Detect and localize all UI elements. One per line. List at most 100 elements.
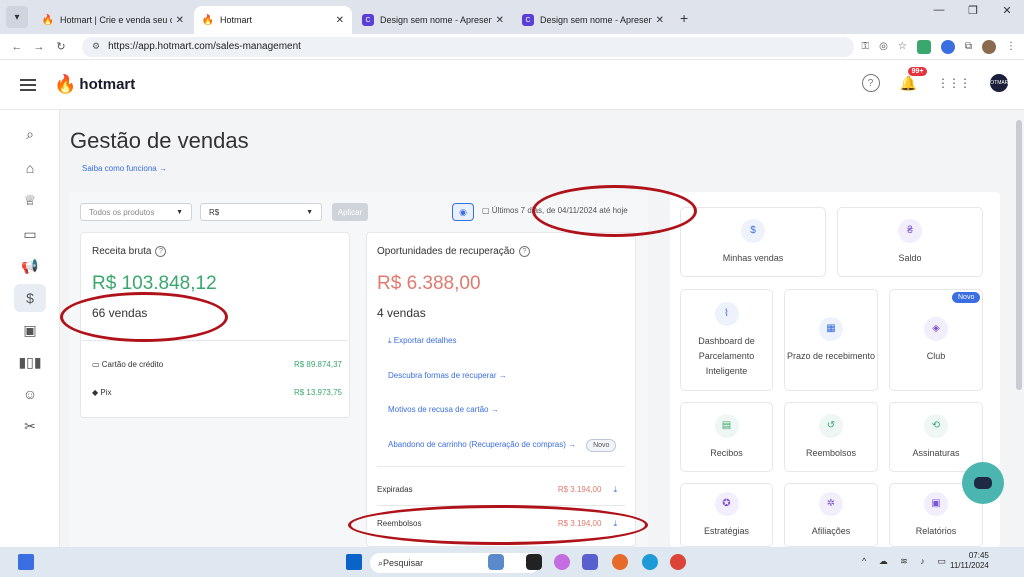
new-tab-button[interactable]: + — [680, 10, 688, 26]
download-icon[interactable]: ⤓ — [613, 485, 617, 494]
tab-close-icon[interactable]: ✕ — [176, 15, 184, 26]
tile-recibos[interactable]: ▤ Recibos — [680, 402, 773, 472]
home-icon[interactable]: ⌂ — [14, 154, 46, 182]
browser-tab[interactable]: C Design sem nome - Apresentaç ✕ — [354, 6, 512, 34]
folder-icon[interactable]: ▭ — [14, 220, 46, 248]
close-window-icon[interactable]: ✕ — [990, 4, 1024, 17]
taskbar-clock[interactable]: 07:45 11/11/2024 — [950, 551, 989, 571]
help-icon[interactable]: ? — [861, 74, 880, 92]
bar-chart-icon[interactable]: ▮▯▮ — [14, 348, 46, 376]
wallet-icon: ₴ — [898, 218, 922, 243]
canva-icon: C — [522, 14, 534, 26]
widgets-icon[interactable] — [18, 554, 34, 570]
search-icon[interactable]: ⌕ — [14, 120, 46, 148]
reload-icon[interactable]: ↻ — [52, 40, 70, 53]
megaphone-icon[interactable]: 📢 — [14, 252, 46, 280]
avatar[interactable]: HOTMART — [987, 74, 1011, 92]
recovery-sales-count: 4 vendas — [377, 306, 426, 320]
left-rail: ⌕ ⌂ ♕ ▭ 📢 $ ▣ ▮▯▮ ☺ ✂ — [0, 110, 60, 547]
tab-close-icon[interactable]: ✕ — [656, 15, 664, 26]
bell-icon[interactable]: 🔔 99+ — [900, 66, 928, 92]
recovery-row-expired: Expiradas R$ 3.194,00 ⤓ — [377, 485, 617, 494]
key-icon[interactable]: ⚿ — [862, 41, 870, 52]
taskbar-app-icon[interactable] — [526, 554, 542, 570]
currency-select[interactable]: R$ ▼ — [200, 203, 322, 221]
apps-grid-icon[interactable]: ⋮⋮⋮ — [937, 76, 971, 90]
url-text: https://app.hotmart.com/sales-management — [108, 41, 301, 52]
tile-prazo-recebimento[interactable]: ▦ Prazo de recebimento — [784, 289, 878, 391]
system-tray[interactable]: ^ ☁ ≋ ♪ ▭ — [862, 556, 951, 567]
lightbulb-icon: ✪ — [714, 491, 739, 516]
sales-icon[interactable]: $ — [14, 284, 46, 312]
taskbar-app-icon[interactable] — [612, 554, 628, 570]
recovery-amount: R$ 6.388,00 — [377, 273, 481, 294]
divider — [377, 466, 625, 467]
restore-icon[interactable]: ❐ — [956, 4, 990, 17]
network-icon: ✲ — [819, 491, 843, 516]
tile-dashboard-parcelamento[interactable]: ⌇ Dashboard de Parcelamento Inteligente — [680, 289, 773, 391]
extension-icon[interactable] — [916, 39, 931, 54]
tile-minhas-vendas[interactable]: $ Minhas vendas — [680, 207, 826, 277]
star-icon[interactable]: ☆ — [898, 41, 907, 52]
tile-club[interactable]: ◈ Club — [889, 289, 983, 391]
cart-abandonment-link[interactable]: Abandono de carrinho (Recuperação de com… — [388, 439, 617, 452]
puzzle-icon[interactable]: ⧉ — [965, 41, 972, 52]
wallet-icon[interactable]: ▣ — [14, 316, 46, 344]
taskbar-app-icon[interactable] — [554, 554, 570, 570]
canva-icon: C — [362, 14, 374, 26]
taskbar-app-icon[interactable] — [582, 554, 598, 570]
extension-icon[interactable] — [940, 39, 955, 54]
eye-icon[interactable]: ◉ — [452, 203, 474, 221]
browser-tab[interactable]: C Design sem nome - Apresentaç ✕ — [514, 6, 672, 34]
contact-icon[interactable]: ☺ — [14, 380, 46, 408]
tile-reembolsos[interactable]: ↺ Reembolsos — [784, 402, 878, 472]
eye-off-icon[interactable]: ◎ — [879, 41, 888, 52]
taskbar-app-icon[interactable] — [642, 554, 658, 570]
club-icon: ◈ — [924, 316, 948, 341]
tab-close-icon[interactable]: ✕ — [336, 15, 344, 26]
notification-badge: 99+ — [907, 66, 928, 76]
help-icon[interactable]: ? — [155, 246, 167, 257]
products-select[interactable]: Todos os produtos ▼ — [80, 203, 192, 221]
tab-close-icon[interactable]: ✕ — [496, 15, 504, 26]
tab-search-button[interactable]: ▾ — [6, 6, 28, 28]
tab-label: Hotmart — [220, 15, 253, 25]
back-icon[interactable]: ← — [8, 41, 26, 53]
hotmart-logo[interactable]: 🔥 hotmart — [54, 74, 135, 95]
help-icon[interactable]: ? — [518, 246, 530, 257]
taskbar-search[interactable]: ⌕ Pesquisar — [370, 553, 540, 573]
taskbar-app-icon[interactable] — [488, 554, 504, 570]
menu-icon[interactable] — [20, 78, 36, 91]
tile-afiliacoes[interactable]: ✲ Afiliações — [784, 483, 878, 547]
annotation-circle-refunds — [348, 505, 648, 545]
chevron-down-icon: ▼ — [306, 208, 313, 216]
tile-estrategias[interactable]: ✪ Estratégias — [680, 483, 773, 547]
report-icon: ▣ — [924, 491, 948, 516]
windows-start-icon[interactable] — [346, 554, 362, 570]
url-field[interactable]: ⚙ https://app.hotmart.com/sales-manageme… — [82, 36, 854, 57]
site-settings-icon[interactable]: ⚙ — [92, 41, 100, 52]
browser-tab-active[interactable]: 🔥 Hotmart ✕ — [194, 6, 352, 34]
tab-label: Design sem nome - Apresentaç — [540, 15, 652, 25]
tab-label: Hotmart | Crie e venda seu curs — [60, 15, 172, 25]
kebab-menu-icon[interactable]: ⋮ — [1006, 41, 1016, 52]
trophy-icon[interactable]: ♕ — [14, 186, 46, 214]
apply-button[interactable]: Aplicar — [332, 203, 368, 221]
minimize-icon[interactable]: — — [922, 4, 956, 17]
chat-button[interactable] — [962, 462, 1004, 504]
browser-tab[interactable]: 🔥 Hotmart | Crie e venda seu curs ✕ — [34, 6, 192, 34]
forward-icon[interactable]: → — [30, 41, 48, 53]
chart-line-icon: ⌇ — [714, 301, 739, 326]
help-link[interactable]: Saiba como funciona → — [82, 164, 167, 173]
page-scrollbar[interactable] — [1016, 120, 1022, 390]
refund-icon: ↺ — [819, 413, 843, 438]
recover-ways-link[interactable]: Descubra formas de recuperar → — [388, 371, 507, 380]
tile-saldo[interactable]: ₴ Saldo — [837, 207, 983, 277]
chrome-icon[interactable] — [670, 554, 686, 570]
tools-icon[interactable]: ✂ — [14, 412, 46, 440]
tile-assinaturas[interactable]: ⟲ Assinaturas — [889, 402, 983, 472]
new-badge: Novo — [586, 439, 617, 452]
export-details-link[interactable]: ⤓ Exportar detalhes — [388, 336, 456, 346]
profile-icon[interactable] — [982, 39, 996, 54]
card-refusal-link[interactable]: Motivos de recusa de cartão → — [388, 405, 499, 414]
